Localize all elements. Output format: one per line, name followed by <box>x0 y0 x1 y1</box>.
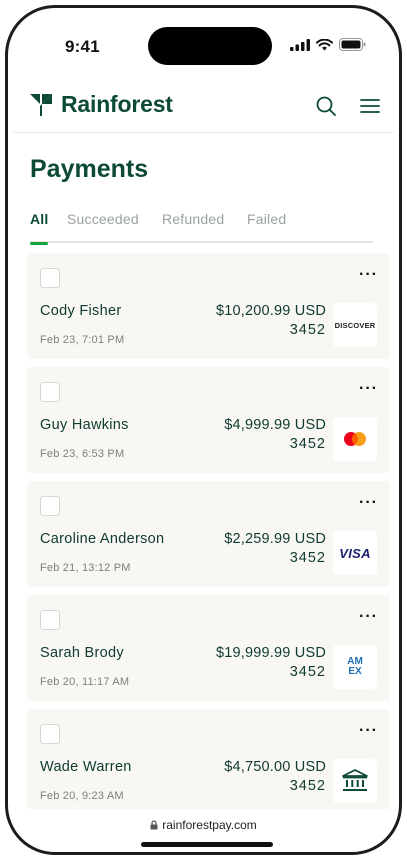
card-brand-badge: VISA <box>333 531 377 575</box>
select-checkbox[interactable] <box>40 724 60 744</box>
tab-refunded[interactable]: Refunded <box>162 209 224 243</box>
card-last4: 3452 <box>289 322 326 338</box>
app-header: Rainforest <box>13 79 394 133</box>
payment-amount: $10,200.99 USD <box>215 303 326 319</box>
payment-card[interactable]: ··· Caroline Anderson Feb 21, 13:12 PM $… <box>27 481 390 587</box>
select-checkbox[interactable] <box>40 496 60 516</box>
customer-name: Sarah Brody <box>40 645 124 661</box>
card-brand-badge: DISCOVER <box>333 303 377 347</box>
url-display: rainforestpay.com <box>13 818 394 832</box>
customer-name: Cody Fisher <box>40 303 122 319</box>
customer-name: Wade Warren <box>40 759 132 775</box>
mastercard-logo-icon <box>344 432 366 446</box>
payment-date: Feb 20, 11:17 AM <box>40 676 130 688</box>
payment-amount: $4,750.00 USD <box>224 759 326 775</box>
active-tab-indicator <box>30 242 48 245</box>
search-button[interactable] <box>311 91 341 121</box>
status-time: 9:41 <box>65 37 100 56</box>
payment-amount: $19,999.99 USD <box>215 645 326 661</box>
dynamic-island <box>148 27 272 65</box>
brand-logo[interactable]: Rainforest <box>29 91 173 118</box>
tab-failed[interactable]: Failed <box>247 209 286 243</box>
amex-logo-icon: AM EX <box>347 656 363 677</box>
discover-logo-icon: DISCOVER <box>334 320 376 330</box>
more-options-button[interactable]: ··· <box>359 609 378 625</box>
more-options-button[interactable]: ··· <box>359 495 378 511</box>
status-bar: 9:41 <box>13 13 394 73</box>
battery-icon <box>339 38 366 51</box>
payment-date: Feb 23, 7:01 PM <box>40 334 125 346</box>
tab-label: Refunded <box>162 211 225 227</box>
more-options-button[interactable]: ··· <box>359 267 378 283</box>
screen: 9:41 Rainforest Payments All Succeeded R… <box>13 13 394 847</box>
more-options-button[interactable]: ··· <box>359 723 378 739</box>
lock-icon <box>150 820 158 830</box>
payment-card[interactable]: ··· Cody Fisher Feb 23, 7:01 PM $10,200.… <box>27 253 390 359</box>
select-checkbox[interactable] <box>40 382 60 402</box>
payment-amount: $4,999.99 USD <box>224 417 326 433</box>
bank-icon <box>342 769 368 791</box>
payment-card[interactable]: ··· Wade Warren Feb 20, 9:23 AM $4,750.0… <box>27 709 390 815</box>
menu-button[interactable] <box>355 91 385 121</box>
payment-date: Feb 20, 9:23 AM <box>40 790 124 802</box>
card-brand-badge: AM EX <box>333 645 377 689</box>
payment-amount: $2,259.99 USD <box>224 531 326 547</box>
phone-frame: 9:41 Rainforest Payments All Succeeded R… <box>5 5 402 855</box>
card-last4: 3452 <box>289 550 326 566</box>
card-last4: 3452 <box>289 778 326 794</box>
home-indicator[interactable] <box>141 842 273 847</box>
url-text: rainforestpay.com <box>162 818 257 832</box>
system-icons <box>290 38 366 51</box>
tab-succeeded[interactable]: Succeeded <box>67 209 139 243</box>
tab-all[interactable]: All <box>30 209 49 245</box>
page-title: Payments <box>30 155 149 183</box>
customer-name: Caroline Anderson <box>40 531 165 547</box>
customer-name: Guy Hawkins <box>40 417 129 433</box>
card-last4: 3452 <box>289 664 326 680</box>
search-icon <box>316 96 336 116</box>
leaf-logo-icon <box>30 93 52 116</box>
cellular-signal-icon <box>290 38 310 51</box>
card-brand-badge <box>333 417 377 461</box>
tab-label: Failed <box>247 211 287 227</box>
select-checkbox[interactable] <box>40 610 60 630</box>
status-tabs: All Succeeded Refunded Failed <box>30 209 373 245</box>
tab-label: Succeeded <box>67 211 139 227</box>
tab-label: All <box>30 211 49 227</box>
payment-date: Feb 23, 6:53 PM <box>40 448 125 460</box>
wifi-icon <box>316 38 333 50</box>
payment-card[interactable]: ··· Sarah Brody Feb 20, 11:17 AM $19,999… <box>27 595 390 701</box>
card-last4: 3452 <box>289 436 326 452</box>
more-options-button[interactable]: ··· <box>359 381 378 397</box>
hamburger-menu-icon <box>360 99 380 113</box>
payment-date: Feb 21, 13:12 PM <box>40 562 131 574</box>
brand-name: Rainforest <box>61 91 173 117</box>
select-checkbox[interactable] <box>40 268 60 288</box>
payments-list: ··· Cody Fisher Feb 23, 7:01 PM $10,200.… <box>27 253 390 823</box>
payment-card[interactable]: ··· Guy Hawkins Feb 23, 6:53 PM $4,999.9… <box>27 367 390 473</box>
card-brand-badge <box>333 759 377 803</box>
visa-logo-icon: VISA <box>339 545 371 561</box>
